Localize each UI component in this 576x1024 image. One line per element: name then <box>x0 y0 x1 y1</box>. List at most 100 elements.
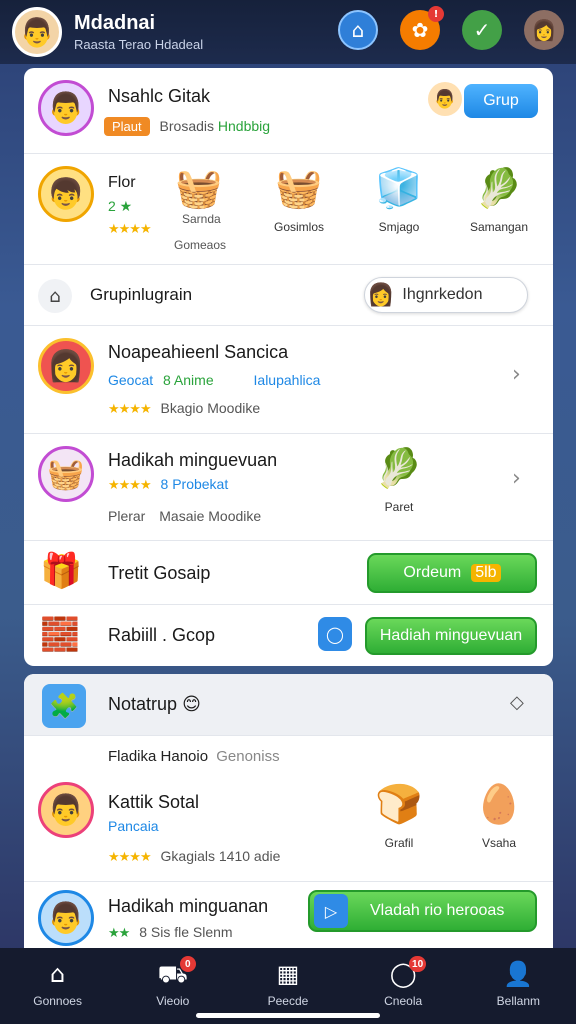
friend-status: Bkagio Moodike <box>160 400 261 416</box>
reward-row: 🧱 Rabiill . Gcop ◯ Hadiah minguevuan <box>24 605 553 666</box>
top-bar: 👨 Mdadnai Raasta Terao Hdadeal ⌂ ✿! ✓ 👩 <box>0 0 576 64</box>
nav-label: Bellanm <box>496 994 541 1008</box>
friend-row[interactable]: 👨 Hadikah minguanan ★★ 8 Sis fle Slenm ▷… <box>24 882 553 948</box>
item-label: Grafil <box>384 836 414 850</box>
friend-details: ★★★★ 8 Probekat <box>108 476 228 493</box>
friend-row[interactable]: 🧺 Hadikah minguevuan ★★★★ 8 Probekat Ple… <box>24 434 553 541</box>
friend-row[interactable]: 👩 Noapeahieenl Sancica Geocat 8 Anime Ia… <box>24 326 553 434</box>
friend-name: Kattik Sotal <box>108 792 200 812</box>
basket-icon: 🧺 <box>175 166 223 210</box>
group-row: ⌂ Grupinlugrain 👩 Ihgnrkedon <box>24 265 553 326</box>
gift-row: 🎁 Tretit Gosaip Ordeum 5lb <box>24 541 553 605</box>
reward-label: Rabiill . Gcop <box>108 625 216 645</box>
home-indicator[interactable] <box>196 1013 380 1018</box>
smile-icon: 😊 <box>182 694 201 715</box>
gift-button[interactable]: Ordeum 5lb <box>367 553 537 593</box>
activity-subheader: Fladika Hanoio Genoniss <box>24 736 553 778</box>
friend-avatar[interactable]: 🧺 <box>38 446 94 502</box>
nav-label: Peecde <box>267 994 309 1008</box>
friend-row[interactable]: 👨 Kattik Sotal Pancaia ★★★★ Gkagials 141… <box>24 778 553 882</box>
nav-label: Vieoio <box>156 994 190 1008</box>
friend-item[interactable]: 🥬 Paret <box>354 444 444 514</box>
friend-avatar[interactable]: 👨 <box>38 890 94 946</box>
home-icon[interactable]: ⌂ <box>338 10 378 50</box>
shop-icon: ⛟ <box>157 960 188 988</box>
item-label: Paret <box>384 500 414 514</box>
item-label: Gosimlos <box>273 220 324 234</box>
friend-avatar-icon: 👩 <box>367 282 395 308</box>
group-action-button[interactable]: 👩 Ihgnrkedon <box>364 277 528 313</box>
nav-label: Gonnoes <box>33 994 82 1008</box>
notification-badge: 10 <box>409 956 427 972</box>
profile-tag-text: Brosadis <box>159 118 214 134</box>
group-label: Grupinlugrain <box>90 285 193 304</box>
collection-meta: 2 ★ <box>108 198 133 214</box>
check-icon[interactable]: ✓ <box>462 10 502 50</box>
puzzle-icon: 🧩 <box>42 684 86 728</box>
collection-rating: ★★★★ <box>108 220 152 237</box>
top-icons: ⌂ ✿! ✓ 👩 <box>338 6 564 50</box>
activity-subtitle: Fladika Hanoio Genoniss <box>108 748 280 765</box>
profile-avatar[interactable]: 👨 <box>38 80 94 136</box>
gift-box-icon: 🎁 <box>40 551 83 591</box>
friend-detail-a: Geocat <box>108 372 154 388</box>
item-label: Samangan <box>469 220 529 234</box>
friend-detail-c: Ialupahlica <box>253 372 321 388</box>
friend-item[interactable]: 🍞 Grafil <box>354 780 444 850</box>
chevron-right-icon[interactable]: › <box>512 362 521 387</box>
friend-details: Geocat 8 Anime Ialupahlica <box>108 372 320 388</box>
friend-detail-b: 8 Anime <box>163 372 214 388</box>
collection-sub-label: Gomeaos <box>174 238 227 252</box>
rating-stars: ★★★★ <box>108 402 152 417</box>
diamond-icon[interactable]: ◇ <box>510 692 524 713</box>
leafy-vegetable-icon: 🥬 <box>475 166 523 210</box>
item-label: Smjago <box>378 220 420 234</box>
user-subtitle: Raasta Terao Hdadeal <box>74 37 204 52</box>
friend-detail: 8 Sis fle Slenm <box>139 924 233 940</box>
gift-icon[interactable]: ✿! <box>400 6 444 50</box>
activity-title-text: Notatrup <box>108 694 178 714</box>
nav-profile[interactable]: 👤 Bellanm <box>473 960 563 1024</box>
profile-tags: Plaut Brosadis Hndbbig <box>104 117 270 136</box>
profile-tag-link[interactable]: Hndbbig <box>218 118 270 134</box>
nav-label: Cneola <box>384 994 423 1008</box>
location-icon[interactable]: ◯ <box>318 617 352 651</box>
collection-item-1[interactable]: 🧺 <box>154 164 244 220</box>
leafy-vegetable-icon: 🥬 <box>375 446 423 490</box>
collection-item-2[interactable]: 🧺 Gosimlos <box>254 164 344 234</box>
visit-button-label: Vladah rio herooas <box>370 902 505 919</box>
reward-button[interactable]: Hadiah minguevuan <box>365 617 537 655</box>
user-avatar[interactable]: 👨 <box>12 7 62 57</box>
nav-home[interactable]: ⌂ Gonnoes <box>13 960 103 1024</box>
item-label: Vsaha <box>481 836 517 850</box>
friend-detail: 8 Probekat <box>160 476 229 492</box>
brick-icon: 🧱 <box>40 615 80 653</box>
rating-stars: ★★★★ <box>108 478 152 493</box>
friend-name: Noapeahieenl Sancica <box>108 342 289 362</box>
gift-label: Tretit Gosaip <box>108 563 211 583</box>
friend-name: Hadikah minguevuan <box>108 450 278 470</box>
friend-avatar-icon[interactable]: 👩 <box>524 10 564 50</box>
bread-icon: 🍞 <box>375 782 423 826</box>
activity-card: 🧩 Notatrup 😊 ◇ Fladika Hanoio Genoniss 👨… <box>24 674 553 948</box>
friend-item[interactable]: 🥚 Vsaha <box>454 780 544 850</box>
profile-icon: 👤 <box>503 960 534 988</box>
ice-cube-icon: 🧊 <box>375 166 423 210</box>
rating-stars: ★★★★ <box>108 850 152 865</box>
friend-status: Gkagials 1410 adie <box>160 848 281 864</box>
friend-avatar[interactable]: 👩 <box>38 338 94 394</box>
profile-name: Nsahlc Gitak <box>108 86 211 106</box>
friend-name: Hadikah minguanan <box>108 896 269 916</box>
visit-button[interactable]: ▷ Vladah rio herooas <box>308 890 537 932</box>
friends-card: 👨 Nsahlc Gitak Plaut Brosadis Hndbbig 👨 … <box>24 68 553 666</box>
friend-avatar[interactable]: 👨 <box>38 782 94 838</box>
group-button[interactable]: Grup <box>464 84 538 118</box>
collection-avatar[interactable]: 👦 <box>38 166 94 222</box>
collection-row: 👦 Flor 2 ★ ★★★★ Sarnda Gomeaos 🧺 🧺 Gosim… <box>24 154 553 265</box>
collection-item-3[interactable]: 🧊 Smjago <box>354 164 444 234</box>
notification-badge: 0 <box>179 956 196 972</box>
chevron-right-icon[interactable]: › <box>512 466 521 491</box>
friend-details: ★★ 8 Sis fle Slenm <box>108 924 233 941</box>
grid-icon: ▦ <box>276 960 300 988</box>
collection-item-4[interactable]: 🥬 Samangan <box>454 164 544 234</box>
